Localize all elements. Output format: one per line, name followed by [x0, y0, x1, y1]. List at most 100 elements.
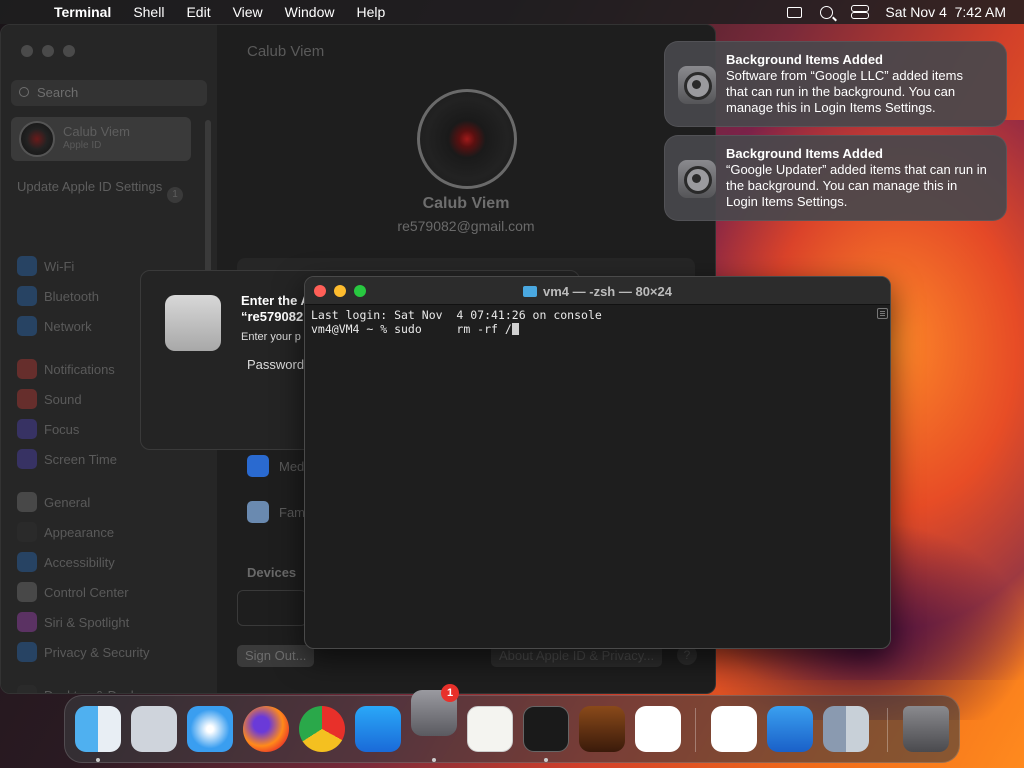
search-icon [19, 87, 29, 97]
sidebar-item-icon [17, 286, 37, 306]
sidebar-item[interactable]: Accessibility [17, 551, 115, 573]
device-tile[interactable] [237, 590, 307, 626]
sidebar-item-label: Control Center [44, 584, 129, 600]
menu-help[interactable]: Help [356, 4, 385, 20]
sidebar-item-label: Notifications [44, 361, 115, 377]
settings-page-title: Calub Viem [247, 43, 325, 60]
menu-shell[interactable]: Shell [133, 4, 164, 20]
sidebar-item-label: General [44, 494, 91, 510]
sidebar-item-label: Focus [44, 421, 80, 437]
profile-name: Calub Viem [422, 195, 510, 212]
sidebar-item-icon [17, 612, 37, 632]
dock-separator [695, 708, 696, 752]
terminal-scroll-marker-icon[interactable] [877, 308, 888, 319]
sidebar-item-icon [17, 552, 37, 572]
sidebar-item[interactable]: Wi-Fi [17, 255, 74, 277]
sidebar-item-label: Privacy & Security [44, 644, 150, 660]
text-cursor [511, 323, 519, 335]
row-family-label[interactable]: Fam [279, 505, 305, 520]
notification-1[interactable]: Background Items Added Software from “Go… [664, 41, 1007, 127]
terminal-window[interactable]: vm4 — -zsh — 80×24 Last login: Sat Nov 4… [304, 276, 891, 649]
control-center-icon[interactable] [851, 5, 870, 19]
sidebar-item-label: Bluetooth [44, 288, 99, 304]
menu-window[interactable]: Window [285, 4, 335, 20]
sidebar-scrollbar[interactable] [205, 120, 211, 280]
menu-bar: Terminal Shell Edit View Window Help Sat… [0, 0, 1024, 24]
profile-avatar-large[interactable] [417, 89, 517, 189]
sidebar-item-icon [17, 449, 37, 469]
sidebar-profile-sub: Apple ID [63, 140, 102, 151]
dialog-title-line1: Enter the A [241, 293, 310, 308]
sidebar-item-icon [17, 389, 37, 409]
menu-app-name[interactable]: Terminal [54, 4, 111, 20]
row-media-label[interactable]: Med [279, 459, 304, 474]
notification-2[interactable]: Background Items Added “Google Updater” … [664, 135, 1007, 221]
sidebar-item-icon [17, 316, 37, 336]
running-indicator [96, 758, 100, 762]
terminal-title-text: vm4 — -zsh — 80×24 [543, 284, 672, 299]
garageband-icon[interactable] [579, 706, 625, 752]
app-store-icon[interactable] [355, 706, 401, 752]
sidebar-item[interactable]: Notifications [17, 358, 115, 380]
terminal-last-login: Last login: Sat Nov 4 07:41:26 on consol… [311, 308, 602, 322]
firefox-icon[interactable] [243, 706, 289, 752]
sidebar-item-label: Wi-Fi [44, 258, 75, 274]
menu-edit[interactable]: Edit [186, 4, 210, 20]
textedit-icon[interactable] [467, 706, 513, 752]
sidebar-item-label: Sound [44, 391, 82, 407]
apple-logo-icon [165, 295, 221, 351]
sidebar-item[interactable]: Control Center [17, 581, 129, 603]
family-icon [247, 501, 269, 523]
finder-copy-icon[interactable] [823, 706, 869, 752]
visual-studio-icon[interactable] [711, 706, 757, 752]
sidebar-item[interactable]: Screen Time [17, 448, 117, 470]
terminal-output[interactable]: Last login: Sat Nov 4 07:41:26 on consol… [311, 308, 874, 336]
chrome-icon[interactable] [299, 706, 345, 752]
update-apple-id-link[interactable]: Update Apple ID Settings [17, 179, 167, 195]
search-placeholder: Search [37, 85, 79, 100]
settings-gear-icon [678, 160, 716, 198]
terminal-icon[interactable] [523, 706, 569, 752]
sidebar-item-icon [17, 582, 37, 602]
sidebar-item-label: Accessibility [44, 554, 115, 570]
sidebar-item[interactable]: Siri & Spotlight [17, 611, 129, 633]
menu-clock[interactable]: Sat Nov 4 7:42 AM [885, 4, 1006, 20]
sidebar-item-label: Siri & Spotlight [44, 614, 130, 630]
trash-icon[interactable] [903, 706, 949, 752]
sidebar-item[interactable]: Privacy & Security [17, 641, 149, 663]
dock: 1 [64, 684, 960, 763]
vscode-icon[interactable] [635, 706, 681, 752]
terminal-titlebar[interactable]: vm4 — -zsh — 80×24 [305, 277, 890, 305]
zoom-button[interactable] [63, 45, 75, 57]
sidebar-item-label: Network [44, 318, 92, 334]
launchpad-icon[interactable] [131, 706, 177, 752]
notification-body: “Google Updater” added items that can ru… [726, 162, 987, 209]
spotlight-search-icon[interactable] [820, 5, 834, 19]
finder-icon[interactable] [75, 706, 121, 752]
close-button[interactable] [21, 45, 33, 57]
menu-view[interactable]: View [233, 4, 263, 20]
terminal-title: vm4 — -zsh — 80×24 [305, 284, 890, 299]
sidebar-item[interactable]: Network [17, 315, 92, 337]
dialog-title: Enter the A “re579082 [241, 293, 313, 325]
sidebar-item[interactable]: General [17, 491, 90, 513]
sidebar-item[interactable]: Appearance [17, 521, 114, 543]
sidebar-apple-id[interactable]: Calub Viem Apple ID [11, 117, 191, 161]
screen-mirroring-icon[interactable] [787, 6, 803, 18]
sidebar-item[interactable]: Bluetooth [17, 285, 99, 307]
sidebar-item-label: Desktop & Dock [44, 688, 137, 694]
notification-title: Background Items Added [726, 146, 883, 161]
minimize-button[interactable] [42, 45, 54, 57]
sign-out-button[interactable]: Sign Out... [237, 645, 315, 667]
sidebar-item[interactable]: Sound [17, 388, 82, 410]
sidebar-item[interactable]: Desktop & Dock [17, 684, 137, 694]
sidebar-item-icon [17, 685, 37, 693]
sidebar-item-icon [17, 256, 37, 276]
sidebar-item-icon [17, 522, 37, 542]
notification-badge: 1 [441, 684, 459, 702]
avatar [19, 121, 55, 157]
sidebar-item[interactable]: Focus [17, 418, 79, 440]
weather-icon[interactable] [767, 706, 813, 752]
sidebar-search-input[interactable]: Search [11, 80, 207, 106]
safari-icon[interactable] [187, 706, 233, 752]
